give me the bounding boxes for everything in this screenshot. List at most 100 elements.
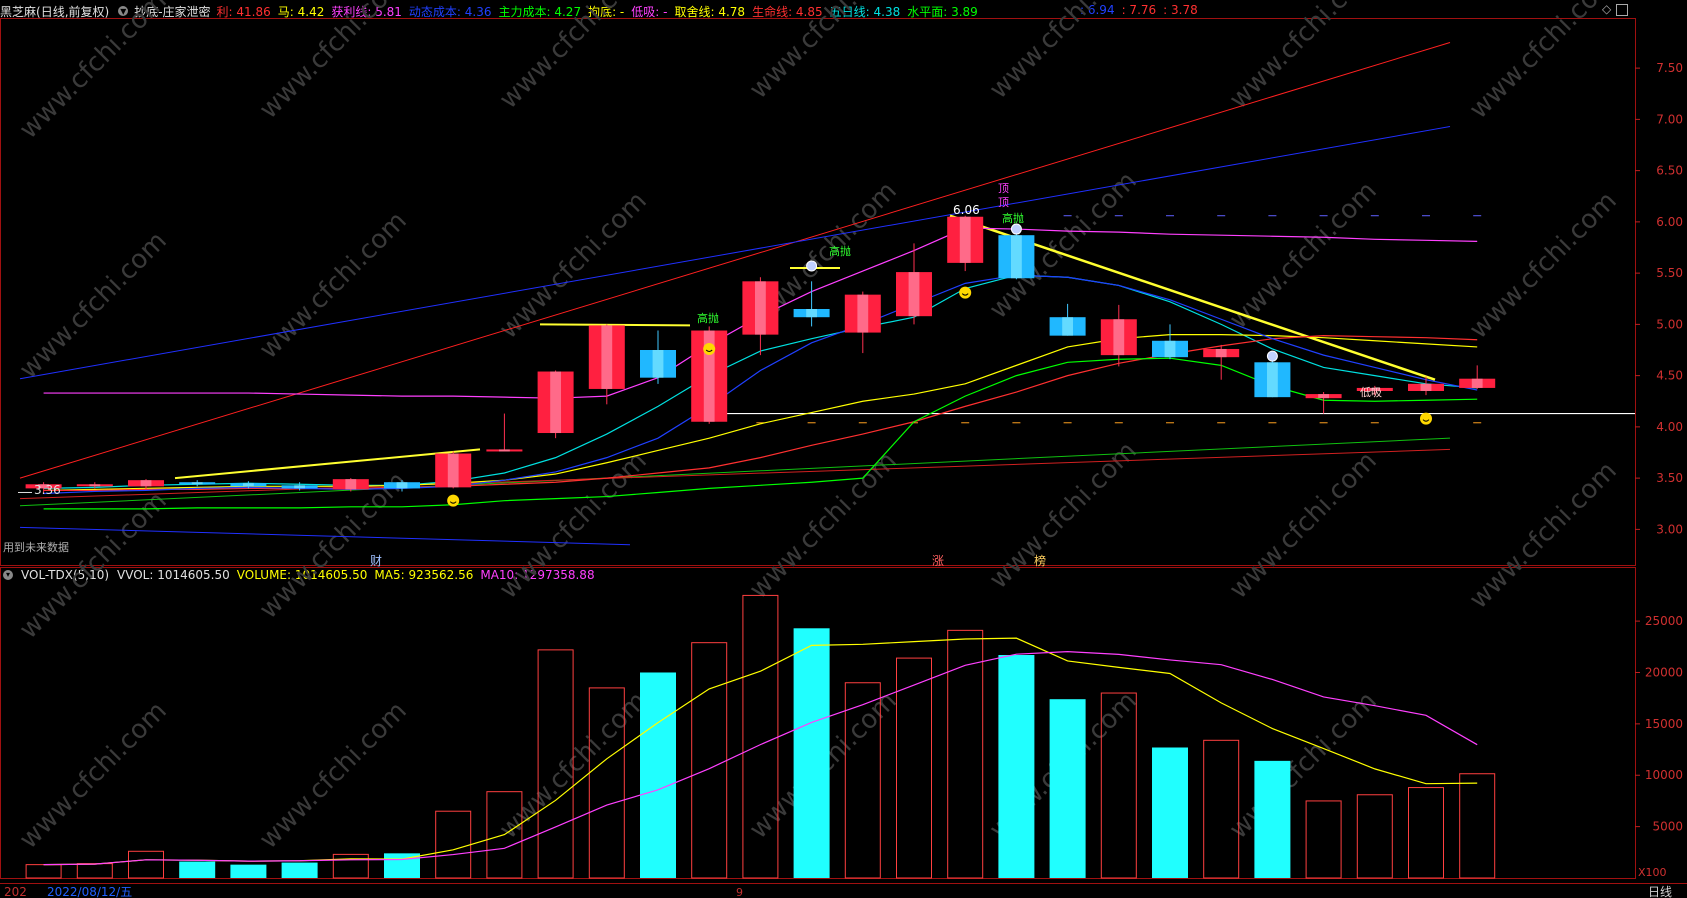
watermark-3: www.cfchi.com [744, 0, 903, 105]
price-tick-label-1: 7.00 [1656, 112, 1683, 126]
smiley-face-2 [959, 286, 972, 299]
candle-highlight-7 [396, 482, 408, 489]
watermark-12: www.cfchi.com [1224, 176, 1383, 335]
candle-highlight-27 [1420, 383, 1432, 391]
watermark-0: www.cfchi.com [14, 0, 173, 145]
volume-tick-label-1: 20000 [1645, 665, 1683, 679]
price-tick-label-2: 6.50 [1656, 164, 1683, 178]
candle-highlight-5 [294, 485, 305, 489]
price-tick-label-3: 6.00 [1656, 215, 1683, 229]
sad-icon-0 [806, 260, 818, 272]
price-tick-label-0: 7.50 [1656, 61, 1683, 75]
sad-icon-2 [1266, 350, 1278, 362]
candle-highlight-15 [806, 309, 817, 318]
smiley-face-0 [447, 494, 460, 507]
watermark-20: www.cfchi.com [1464, 456, 1623, 615]
volume-tick-label-4: 5000 [1652, 820, 1683, 834]
ding-label-2: 顶 [998, 196, 1009, 209]
candle-highlight-9 [499, 449, 510, 452]
volume-bar-26 [1356, 794, 1393, 879]
candle-highlight-2 [140, 480, 152, 487]
candle-highlight-12 [652, 350, 664, 378]
price-indicator-lines [19, 42, 1635, 546]
volume-bar-1 [76, 863, 113, 879]
candle-12 [640, 330, 676, 384]
candle-8 [435, 451, 472, 489]
volume-bar-17 [896, 657, 932, 879]
smiley-icon-0 [447, 494, 460, 507]
low-price-label: 3.36 [34, 483, 61, 497]
candle-3 [179, 480, 216, 487]
high-price-label: 6.06 [953, 203, 980, 217]
candle-highlight-8 [447, 453, 459, 488]
date-label: 2022/08/12/五 [47, 885, 132, 898]
candle-highlight-1 [89, 484, 101, 487]
watermark-13: www.cfchi.com [1464, 186, 1623, 345]
candle-9 [486, 413, 523, 452]
candle-highlight-21 [1113, 319, 1125, 356]
price-tick-label-8: 3.50 [1656, 471, 1683, 485]
chart-canvas[interactable]: www.cfchi.com www.cfchi.com www.cfchi.com w… [0, 0, 1687, 898]
volume-unit-label: X100 [1638, 866, 1667, 879]
volume-tick-label-3: 10000 [1645, 768, 1683, 782]
candle-13 [691, 326, 728, 424]
volume-tick-label-0: 25000 [1645, 614, 1683, 628]
period-tab: 日线 [1648, 885, 1672, 898]
candle-highlight-28 [1471, 378, 1483, 388]
smiley-face-3 [1420, 412, 1432, 425]
volume-bar-0 [25, 864, 62, 879]
dixi-label: 低吸 [1360, 386, 1382, 399]
price-tick-label-9: 3.00 [1656, 522, 1683, 536]
gaopao-label-3: 高抛 [1002, 211, 1024, 225]
trend-line-blue-upper [19, 126, 1451, 380]
volume-bar-6 [332, 853, 369, 879]
volume-bar-20 [1049, 699, 1086, 878]
watermark-19: www.cfchi.com [1224, 446, 1383, 605]
price-tick-label-4: 5.50 [1656, 266, 1683, 280]
candle-28 [1459, 365, 1496, 389]
candle-18 [947, 215, 984, 272]
candle-highlight-14 [755, 281, 766, 335]
annotations: 用到未来数据3.366.06高抛高抛高抛低吸顶顶财涨榜202 2022/08/12… [3, 182, 1672, 898]
volume-bar-24 [1254, 760, 1291, 878]
candle-22 [1152, 324, 1188, 360]
volume-bar-25 [1305, 800, 1342, 879]
watermark-9: www.cfchi.com [494, 186, 653, 345]
axes: 7.50 7.00 6.50 6.00 5.50 5.00 4.50 4.00 3.50 3.00… [1635, 61, 1683, 834]
candle-highlight-19 [1011, 235, 1022, 279]
volume-bar-8 [435, 810, 472, 879]
price-tick-label-5: 5.00 [1656, 317, 1683, 331]
watermark-26: www.cfchi.com [1224, 686, 1383, 845]
candle-highlight-3 [191, 482, 203, 485]
event-marker-0: 财 [370, 554, 382, 568]
candle-highlight-20 [1062, 317, 1073, 336]
watermark-4: www.cfchi.com [984, 0, 1143, 105]
future-data-note: 用到未来数据 [3, 540, 69, 554]
price-tick-label-7: 4.00 [1656, 420, 1683, 434]
watermark-21: www.cfchi.com [14, 696, 173, 855]
volume-bar-27 [1408, 787, 1444, 879]
volume-bar-22 [1152, 747, 1188, 878]
candle-highlight-10 [550, 371, 561, 434]
candle-23 [1203, 344, 1240, 380]
volume-bar-2 [128, 850, 164, 879]
date-prefix: 202 [4, 885, 27, 898]
volume-tick-label-2: 15000 [1645, 717, 1683, 731]
volume-bar-12 [640, 672, 676, 878]
candle-27 [1408, 376, 1444, 396]
candle-20 [1049, 303, 1086, 336]
candle-highlight-18 [959, 216, 971, 263]
gaopao-label-1: 高抛 [697, 311, 719, 325]
volume-bar-19 [998, 655, 1035, 878]
candle-21 [1100, 304, 1137, 367]
candle-highlight-4 [243, 483, 254, 487]
watermark-17: www.cfchi.com [744, 446, 903, 605]
event-marker-1: 涨 [932, 553, 944, 568]
candle-25 [1305, 392, 1342, 414]
smiley-icon-2 [959, 286, 972, 299]
candle-10 [537, 370, 574, 439]
price-tick-label-6: 4.50 [1656, 369, 1683, 383]
yellow-segment-2 [539, 323, 691, 327]
candle-highlight-17 [908, 272, 920, 317]
volume-bar-18 [947, 629, 984, 879]
